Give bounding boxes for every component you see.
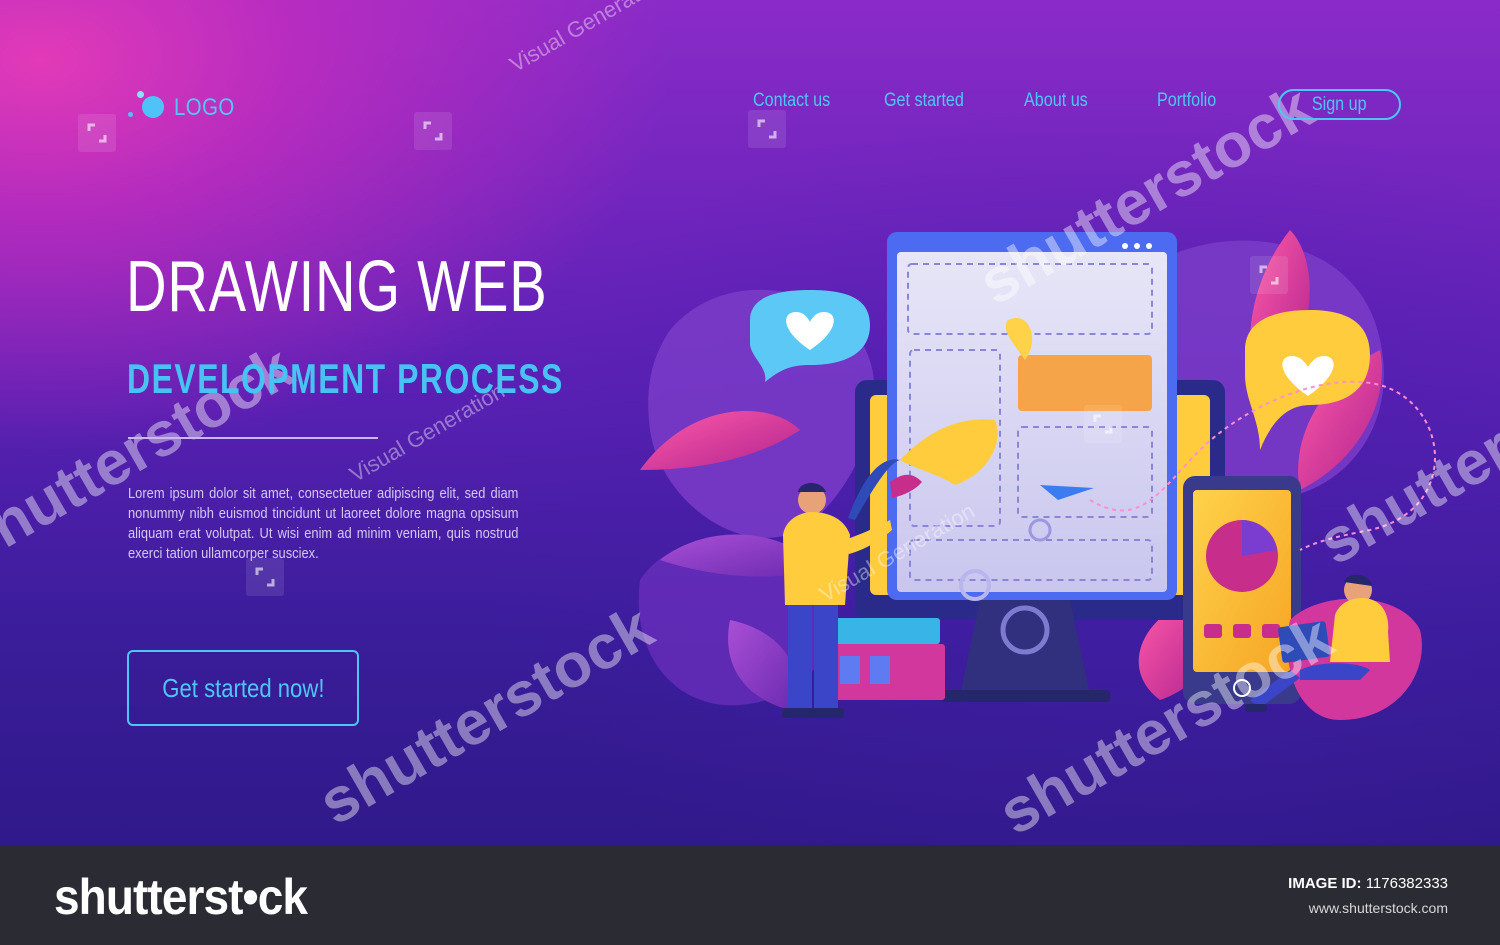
hero-description: Lorem ipsum dolor sit amet, consectetuer… bbox=[128, 485, 519, 562]
watermark-square-icon bbox=[1084, 405, 1122, 443]
monitor bbox=[887, 232, 1177, 600]
page-subtitle: DEVELOPMENT PROCESS bbox=[127, 355, 564, 402]
footer-url: www.shutterstock.com bbox=[1308, 900, 1448, 916]
footer-bar: shutterst•ck IMAGE ID: 1176382333 www.sh… bbox=[0, 845, 1500, 945]
image-id-label: IMAGE ID: bbox=[1288, 875, 1362, 892]
image-id: IMAGE ID: 1176382333 bbox=[1288, 875, 1448, 892]
phone bbox=[1183, 476, 1301, 704]
watermark-square-icon bbox=[414, 112, 452, 150]
image-id-value: 1176382333 bbox=[1365, 875, 1448, 892]
divider bbox=[128, 437, 378, 439]
get-started-now-label: Get started now! bbox=[161, 672, 325, 703]
logo-icon bbox=[128, 88, 168, 128]
watermark-square-icon bbox=[78, 114, 116, 152]
nav-link-about-us[interactable]: About us bbox=[1024, 90, 1088, 112]
nav-link-portfolio[interactable]: Portfolio bbox=[1157, 90, 1216, 112]
sign-up-label: Sign up bbox=[1312, 93, 1367, 115]
logo[interactable]: LOGO bbox=[128, 88, 245, 128]
logo-text: LOGO bbox=[174, 94, 235, 121]
watermark-square-icon bbox=[748, 110, 786, 148]
page-title: DRAWING WEB bbox=[126, 247, 548, 327]
hero-section: shutterstock shutterstock shutterstock s… bbox=[0, 0, 1500, 845]
nav-link-get-started[interactable]: Get started bbox=[884, 90, 964, 112]
web-development-illustration bbox=[638, 230, 1436, 720]
footer-brand-logo: shutterst•ck bbox=[54, 869, 308, 925]
watermark-small-text: Visual Generation bbox=[505, 0, 669, 78]
get-started-now-button[interactable]: Get started now! bbox=[127, 650, 359, 726]
sign-up-button[interactable]: Sign up bbox=[1278, 89, 1401, 120]
watermark-square-icon bbox=[1250, 256, 1288, 294]
nav-link-contact-us[interactable]: Contact us bbox=[753, 90, 830, 112]
